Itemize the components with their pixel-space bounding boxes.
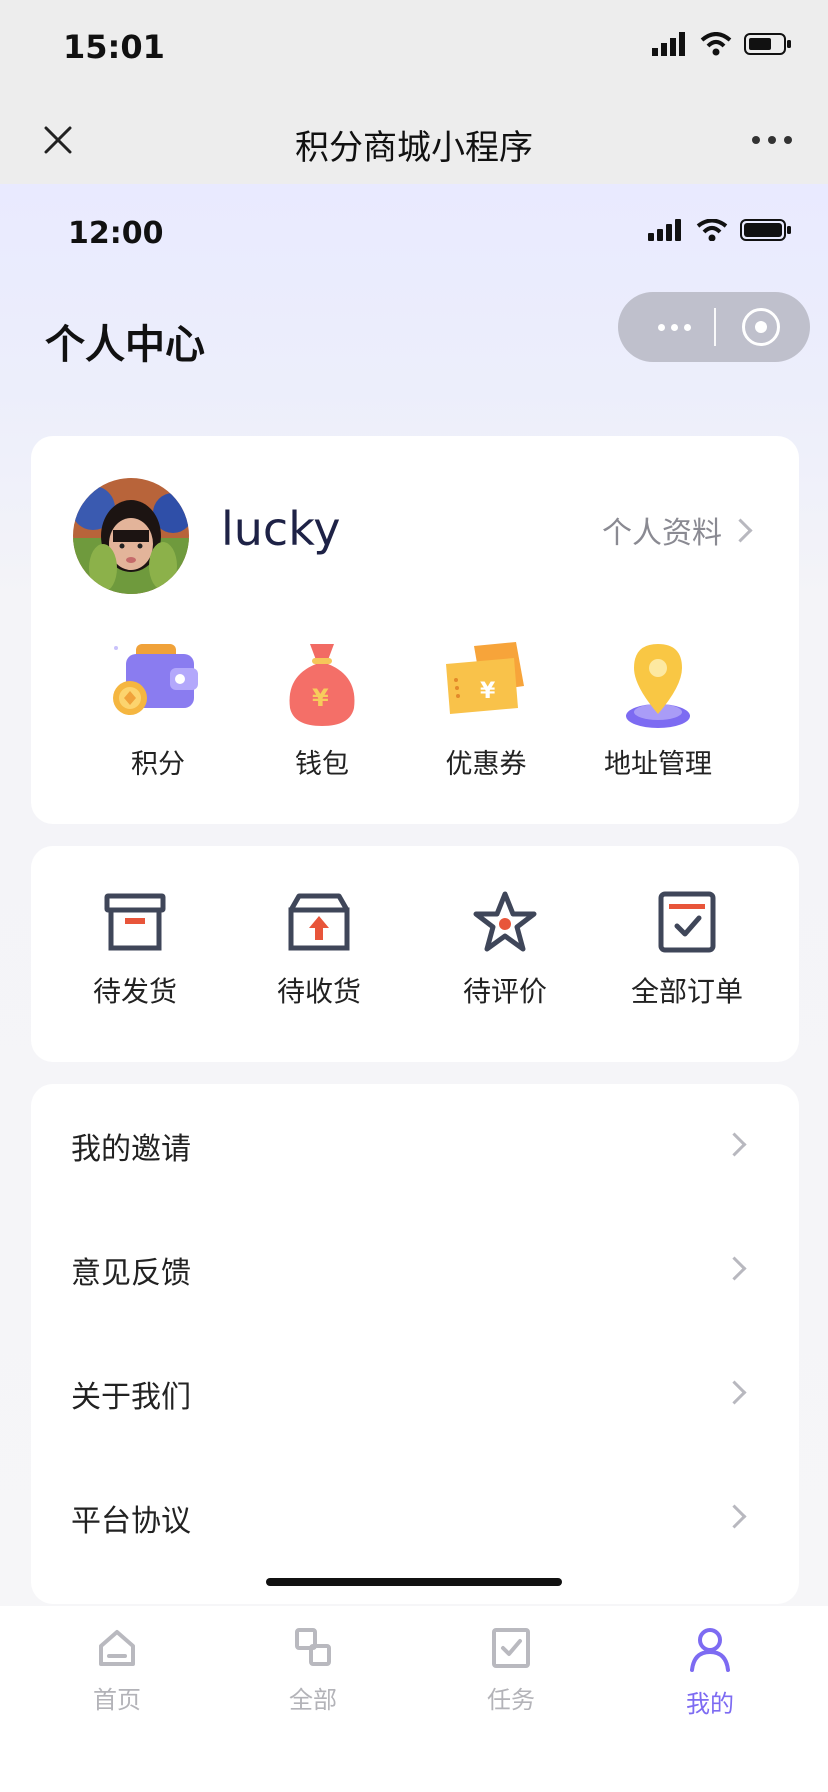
chevron-right-icon <box>722 1132 747 1157</box>
miniprogram-title: 积分商城小程序 <box>295 128 533 168</box>
menu-card: 我的邀请 意见反馈 关于我们 平台协议 <box>31 1084 799 1604</box>
tab-label: 全部 <box>289 1686 337 1714</box>
order-list-icon <box>655 890 719 954</box>
shortcut-label: 地址管理 <box>604 749 712 780</box>
more-icon[interactable] <box>752 136 792 144</box>
avatar[interactable] <box>73 478 189 594</box>
home-icon <box>99 1630 135 1666</box>
menu-item-feedback[interactable]: 意见反馈 <box>31 1208 799 1332</box>
outer-status-icons <box>652 32 792 56</box>
order-label: 待发货 <box>92 975 177 1008</box>
order-pending-shipment[interactable]: 待发货 <box>55 890 215 1010</box>
battery-icon <box>740 219 791 241</box>
signal-icon <box>648 219 681 241</box>
categories-icon <box>295 1628 331 1666</box>
svg-text:¥: ¥ <box>480 679 496 704</box>
box-upload-icon <box>287 890 351 954</box>
tab-mine[interactable]: 我的 <box>650 1626 770 1719</box>
page-title: 个人中心 <box>45 322 205 368</box>
svg-text:¥: ¥ <box>312 684 329 712</box>
tab-tasks[interactable]: 任务 <box>451 1626 571 1715</box>
order-label: 待评价 <box>462 975 547 1008</box>
order-label: 全部订单 <box>630 975 743 1008</box>
shortcut-label: 积分 <box>131 749 185 780</box>
chevron-right-icon <box>722 1380 747 1405</box>
shortcut-address[interactable]: 地址管理 <box>583 636 733 781</box>
inner-status-icons <box>648 218 792 242</box>
order-all[interactable]: 全部订单 <box>607 890 767 1010</box>
orders-card: 待发货 待收货 待评价 全部订单 <box>31 846 799 1062</box>
home-indicator <box>266 1578 562 1586</box>
location-pin-icon <box>608 636 708 736</box>
menu-item-label: 我的邀请 <box>71 1132 191 1167</box>
shortcut-points[interactable]: 积分 <box>83 636 233 781</box>
menu-item-about-us[interactable]: 关于我们 <box>31 1332 799 1456</box>
order-label: 待收货 <box>276 975 361 1008</box>
username: lucky <box>221 502 341 556</box>
wifi-icon <box>700 32 732 56</box>
chevron-right-icon <box>728 517 753 543</box>
coupon-icon: ¥ <box>436 636 536 736</box>
tab-all[interactable]: 全部 <box>253 1626 373 1715</box>
tab-label: 我的 <box>686 1690 734 1718</box>
menu-item-label: 关于我们 <box>71 1380 191 1415</box>
user-icon <box>690 1628 730 1672</box>
capsule-more-icon[interactable] <box>658 324 691 331</box>
outer-status-bar: 15:01 <box>0 0 828 96</box>
menu-item-label: 平台协议 <box>71 1504 191 1539</box>
profile-card: lucky 个人资料 积分 ¥ 钱包 ¥ 优惠券 地址管理 <box>31 436 799 824</box>
shortcut-label: 钱包 <box>295 749 349 780</box>
money-bag-icon: ¥ <box>272 636 372 736</box>
menu-item-agreement[interactable]: 平台协议 <box>31 1456 799 1580</box>
capsule-menu[interactable] <box>618 292 810 362</box>
capsule-divider <box>714 308 716 346</box>
capsule-close-icon[interactable] <box>742 308 780 346</box>
shortcut-coupon[interactable]: ¥ 优惠券 <box>411 636 561 781</box>
chevron-right-icon <box>722 1256 747 1281</box>
signal-icon <box>652 32 685 56</box>
wallet-points-icon <box>108 636 208 736</box>
profile-link-label: 个人资料 <box>602 516 722 551</box>
shortcut-label: 优惠券 <box>445 749 527 780</box>
inner-page: 12:00 个人中心 lucky 个人资料 积分 ¥ 钱包 ¥ 优惠券 地址管理… <box>0 184 828 1792</box>
order-pending-review[interactable]: 待评价 <box>425 890 585 1010</box>
outer-nav-bar: 积分商城小程序 <box>0 96 828 184</box>
tab-home[interactable]: 首页 <box>57 1626 177 1715</box>
menu-item-label: 意见反馈 <box>71 1256 191 1291</box>
tab-label: 任务 <box>487 1686 535 1714</box>
wifi-icon <box>696 219 728 241</box>
battery-icon <box>744 33 791 55</box>
task-check-icon <box>492 1628 530 1668</box>
outer-time: 15:01 <box>63 28 165 66</box>
menu-item-invitations[interactable]: 我的邀请 <box>31 1084 799 1208</box>
inner-time: 12:00 <box>68 216 164 251</box>
tab-label: 首页 <box>93 1686 141 1714</box>
chevron-right-icon <box>722 1504 747 1529</box>
star-icon <box>473 890 537 954</box>
box-icon <box>103 890 167 954</box>
shortcut-wallet[interactable]: ¥ 钱包 <box>247 636 397 781</box>
profile-link[interactable]: 个人资料 <box>602 508 753 552</box>
tab-bar: 首页 全部 任务 我的 <box>0 1606 828 1792</box>
order-pending-receipt[interactable]: 待收货 <box>239 890 399 1010</box>
